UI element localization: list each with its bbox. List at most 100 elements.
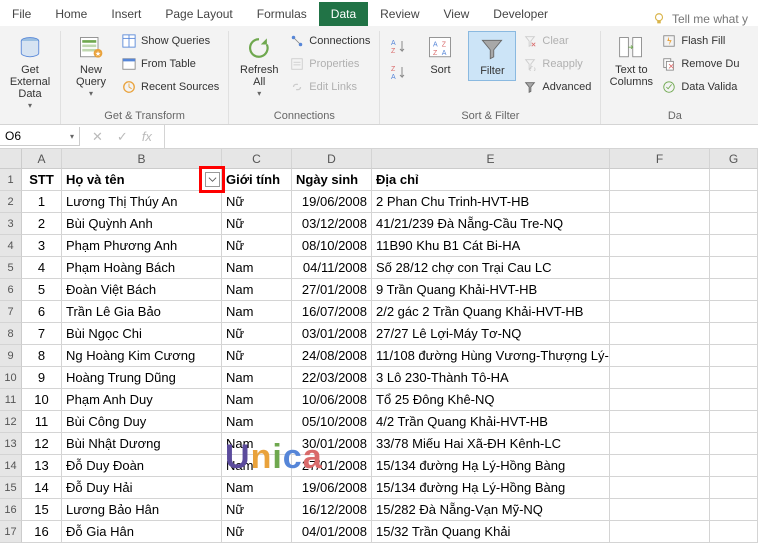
row-header[interactable]: 10 (0, 367, 22, 389)
get-external-data-button[interactable]: Get External Data ▾ (6, 31, 54, 114)
data-cell[interactable]: 19/06/2008 (292, 477, 372, 499)
data-cell[interactable]: 13 (22, 455, 62, 477)
tab-formulas[interactable]: Formulas (245, 2, 319, 26)
row-header[interactable]: 12 (0, 411, 22, 433)
data-cell[interactable]: 12 (22, 433, 62, 455)
data-cell[interactable]: Đoàn Việt Bách (62, 279, 222, 301)
tab-insert[interactable]: Insert (99, 2, 153, 26)
row-header[interactable]: 5 (0, 257, 22, 279)
data-cell[interactable]: 9 Trần Quang Khải-HVT-HB (372, 279, 610, 301)
tab-data[interactable]: Data (319, 2, 368, 26)
header-cell[interactable] (710, 169, 758, 191)
advanced-filter-button[interactable]: Advanced (520, 77, 594, 97)
tab-view[interactable]: View (432, 2, 482, 26)
column-header-C[interactable]: C (222, 149, 292, 169)
column-header-B[interactable]: B (62, 149, 222, 169)
data-cell[interactable]: Phạm Hoàng Bách (62, 257, 222, 279)
fx-icon[interactable]: fx (142, 129, 152, 145)
data-cell[interactable]: Hoàng Trung Dũng (62, 367, 222, 389)
column-header-A[interactable]: A (22, 149, 62, 169)
connections-button[interactable]: Connections (287, 31, 373, 51)
row-header[interactable]: 6 (0, 279, 22, 301)
data-cell[interactable]: Nam (222, 279, 292, 301)
data-cell[interactable]: 27/01/2008 (292, 455, 372, 477)
data-cell[interactable] (710, 323, 758, 345)
data-cell[interactable]: 3 Lô 230-Thành Tô-HA (372, 367, 610, 389)
filter-dropdown-button-ten[interactable] (205, 172, 220, 187)
data-cell[interactable]: Phạm Phương Anh (62, 235, 222, 257)
data-cell[interactable]: 05/10/2008 (292, 411, 372, 433)
edit-links-button[interactable]: Edit Links (287, 77, 373, 97)
column-header-F[interactable]: F (610, 149, 710, 169)
data-cell[interactable]: 16 (22, 521, 62, 543)
data-cell[interactable] (710, 521, 758, 543)
data-cell[interactable] (710, 433, 758, 455)
data-cell[interactable]: 41/21/239 Đà Nẵng-Cầu Tre-NQ (372, 213, 610, 235)
column-header-E[interactable]: E (372, 149, 610, 169)
data-cell[interactable]: 15/134 đường Hạ Lý-Hồng Bàng (372, 455, 610, 477)
row-header[interactable]: 13 (0, 433, 22, 455)
tab-review[interactable]: Review (368, 2, 431, 26)
data-cell[interactable] (710, 257, 758, 279)
refresh-all-button[interactable]: Refresh All ▾ (235, 31, 283, 102)
data-cell[interactable] (610, 521, 710, 543)
data-cell[interactable]: Nam (222, 455, 292, 477)
flash-fill-button[interactable]: Flash Fill (659, 31, 742, 51)
data-cell[interactable]: Đỗ Duy Đoàn (62, 455, 222, 477)
tab-developer[interactable]: Developer (481, 2, 560, 26)
header-cell[interactable]: Họ và tên (62, 169, 222, 191)
row-header[interactable]: 15 (0, 477, 22, 499)
row-header[interactable]: 2 (0, 191, 22, 213)
row-header[interactable]: 4 (0, 235, 22, 257)
data-cell[interactable]: 7 (22, 323, 62, 345)
data-cell[interactable] (610, 301, 710, 323)
data-cell[interactable] (710, 455, 758, 477)
header-cell[interactable] (610, 169, 710, 191)
data-cell[interactable]: 4/2 Trần Quang Khải-HVT-HB (372, 411, 610, 433)
data-cell[interactable]: 14 (22, 477, 62, 499)
data-cell[interactable]: Nam (222, 433, 292, 455)
header-cell[interactable]: Giới tính (222, 169, 292, 191)
data-cell[interactable]: Nữ (222, 345, 292, 367)
data-cell[interactable] (710, 367, 758, 389)
data-cell[interactable] (610, 433, 710, 455)
data-cell[interactable]: 16/12/2008 (292, 499, 372, 521)
data-cell[interactable]: 19/06/2008 (292, 191, 372, 213)
data-cell[interactable] (610, 389, 710, 411)
data-cell[interactable]: 30/01/2008 (292, 433, 372, 455)
data-cell[interactable]: Bùi Công Duy (62, 411, 222, 433)
data-cell[interactable]: 10 (22, 389, 62, 411)
clear-filter-button[interactable]: Clear (520, 31, 594, 51)
data-cell[interactable]: Bùi Quỳnh Anh (62, 213, 222, 235)
data-cell[interactable]: 03/01/2008 (292, 323, 372, 345)
data-cell[interactable] (610, 257, 710, 279)
select-all-corner[interactable] (0, 149, 22, 169)
row-header[interactable]: 14 (0, 455, 22, 477)
remove-duplicates-button[interactable]: Remove Du (659, 54, 742, 74)
data-cell[interactable]: 11/108 đường Hùng Vương-Thượng Lý-HB (372, 345, 610, 367)
data-cell[interactable]: 5 (22, 279, 62, 301)
data-cell[interactable] (710, 411, 758, 433)
data-cell[interactable]: Ng Hoàng Kim Cương (62, 345, 222, 367)
sort-button[interactable]: AZZA Sort (416, 31, 464, 79)
data-cell[interactable]: Bùi Nhật Dương (62, 433, 222, 455)
sort-desc-button[interactable]: ZA (386, 61, 412, 85)
data-cell[interactable]: 22/03/2008 (292, 367, 372, 389)
data-cell[interactable]: 27/27 Lê Lợi-Máy Tơ-NQ (372, 323, 610, 345)
data-cell[interactable]: 27/01/2008 (292, 279, 372, 301)
row-header[interactable]: 7 (0, 301, 22, 323)
data-cell[interactable] (710, 191, 758, 213)
data-cell[interactable]: Nam (222, 301, 292, 323)
data-cell[interactable]: 16/07/2008 (292, 301, 372, 323)
data-cell[interactable] (710, 213, 758, 235)
tab-page-layout[interactable]: Page Layout (153, 2, 244, 26)
row-header[interactable]: 1 (0, 169, 22, 191)
data-cell[interactable]: 2 (22, 213, 62, 235)
spreadsheet-grid[interactable]: ABCDEFG 1STTHọ và tênGiới tínhNgày sinhĐ… (0, 149, 758, 543)
data-cell[interactable]: Nữ (222, 235, 292, 257)
data-cell[interactable]: 15 (22, 499, 62, 521)
header-cell[interactable]: Ngày sinh (292, 169, 372, 191)
filter-button[interactable]: Filter (468, 31, 516, 81)
data-cell[interactable]: Lương Thị Thúy An (62, 191, 222, 213)
data-cell[interactable]: Đỗ Gia Hân (62, 521, 222, 543)
